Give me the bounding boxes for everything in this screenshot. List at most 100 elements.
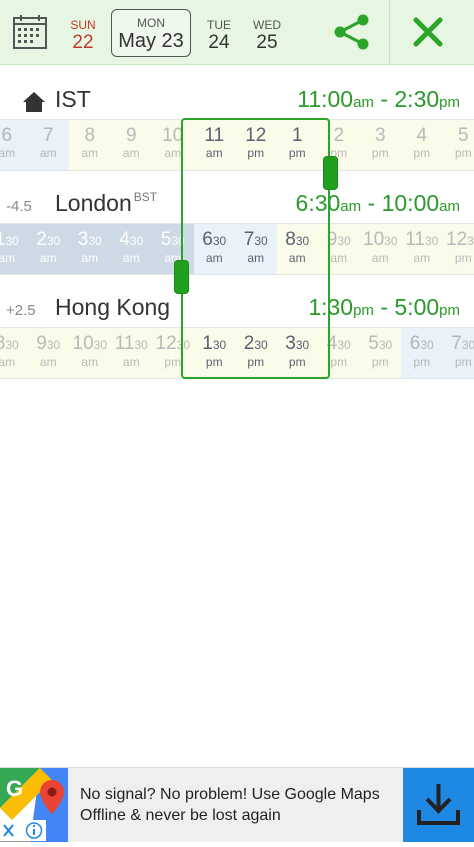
hour-cell[interactable]: 10am: [152, 120, 194, 170]
ad-banner[interactable]: G No signal? No problem! Use Google Maps…: [0, 767, 474, 842]
hour-meridiem: pm: [152, 356, 194, 369]
zone-name: IST: [55, 86, 91, 113]
hour-cell[interactable]: 1230pm: [152, 328, 194, 378]
day-tue[interactable]: TUE 24: [202, 18, 236, 54]
share-button[interactable]: [330, 12, 374, 52]
hour-number: 4: [416, 125, 427, 146]
hour-minutes: 30: [337, 234, 350, 248]
hour-number: 4: [119, 229, 130, 250]
hour-cell[interactable]: 430pm: [318, 328, 360, 378]
hour-number: 7: [451, 333, 462, 354]
hour-number: 10: [162, 125, 183, 146]
hour-meridiem: pm: [443, 252, 474, 265]
hour-meridiem: am: [28, 356, 70, 369]
ad-choices-badge[interactable]: [0, 820, 46, 841]
hour-cell[interactable]: 1130am: [401, 224, 443, 274]
hour-cell[interactable]: 930am: [318, 224, 360, 274]
hour-number: 9: [126, 125, 137, 146]
hour-value: 630: [401, 333, 443, 356]
hour-cell[interactable]: 1130am: [111, 328, 153, 378]
hour-cell[interactable]: 630am: [194, 224, 236, 274]
day-sun[interactable]: SUN 22: [64, 18, 102, 54]
hour-cell[interactable]: 130am: [0, 224, 28, 274]
day-wed[interactable]: WED 25: [248, 18, 286, 54]
hour-cell[interactable]: 9am: [111, 120, 153, 170]
hour-value: 330: [69, 229, 111, 252]
zone-header-hong-kong[interactable]: +2.5 Hong Kong 1:30pm - 5:00pm: [0, 294, 474, 328]
day-mon-selected[interactable]: MON May 23: [111, 9, 191, 57]
close-button[interactable]: [408, 12, 448, 52]
hour-value: 4: [401, 125, 443, 147]
hour-value: 10: [152, 125, 194, 147]
hour-value: 230: [28, 229, 70, 252]
hour-cell[interactable]: 230pm: [235, 328, 277, 378]
range-start: 6:30: [296, 190, 341, 216]
hour-cell[interactable]: 12pm: [235, 120, 277, 170]
range-start: 11:00: [297, 86, 353, 112]
hour-cell[interactable]: 8am: [69, 120, 111, 170]
range-end-suffix: pm: [439, 94, 460, 111]
range-separator: -: [361, 190, 381, 216]
hour-meridiem: am: [235, 252, 277, 265]
ad-download-button[interactable]: [403, 768, 474, 842]
hour-number: 5: [368, 333, 379, 354]
hour-value: 1130: [401, 229, 443, 252]
hour-cell[interactable]: 530pm: [360, 328, 402, 378]
hour-value: 530: [360, 333, 402, 356]
hour-cell[interactable]: 330pm: [277, 328, 319, 378]
hour-number: 9: [327, 229, 338, 250]
range-start-suffix: am: [340, 198, 361, 215]
hour-meridiem: pm: [360, 356, 402, 369]
hour-number: 6: [410, 333, 421, 354]
zone-offset: +2.5: [6, 302, 36, 319]
hour-cell[interactable]: 130pm: [194, 328, 236, 378]
selection-start-handle[interactable]: [175, 261, 188, 293]
hour-value: 7: [28, 125, 70, 147]
hour-cell[interactable]: 1pm: [277, 120, 319, 170]
hour-meridiem: pm: [194, 356, 236, 369]
hour-cell[interactable]: 7am: [28, 120, 70, 170]
selection-end-handle[interactable]: [324, 157, 337, 189]
hour-cell[interactable]: 330am: [69, 224, 111, 274]
hour-cell[interactable]: 730am: [235, 224, 277, 274]
hour-meridiem: am: [0, 252, 28, 265]
hour-strip-london[interactable]: 130am230am330am430am530am630am730am830am…: [0, 223, 474, 275]
ad-text[interactable]: No signal? No problem! Use Google Maps O…: [80, 784, 400, 826]
hour-cell[interactable]: 630pm: [401, 328, 443, 378]
hour-number: 10: [363, 229, 384, 250]
hour-minutes: 30: [467, 234, 474, 248]
hour-number: 8: [84, 125, 95, 146]
hour-value: 130: [0, 229, 28, 252]
share-icon: [330, 12, 374, 52]
hour-cell[interactable]: 430am: [111, 224, 153, 274]
hour-cell[interactable]: 5pm: [443, 120, 474, 170]
hour-cell[interactable]: 830am: [277, 224, 319, 274]
range-end-suffix: pm: [439, 302, 460, 319]
calendar-button[interactable]: [10, 12, 50, 52]
hour-cell[interactable]: 830am: [0, 328, 28, 378]
home-icon: [23, 92, 45, 112]
hour-cell[interactable]: 1030am: [69, 328, 111, 378]
hour-number: 3: [375, 125, 386, 146]
range-end: 2:30: [394, 86, 439, 112]
hour-cell[interactable]: 1230pm: [443, 224, 474, 274]
hour-minutes: 30: [171, 234, 184, 248]
hour-cell[interactable]: 230am: [28, 224, 70, 274]
hour-number: 12: [156, 333, 177, 354]
hour-cell[interactable]: 730pm: [443, 328, 474, 378]
zone-header-london[interactable]: -4.5 LondonBST 6:30am - 10:00am: [0, 190, 474, 224]
hour-value: 12: [235, 125, 277, 147]
hour-cell[interactable]: 11am: [194, 120, 236, 170]
hour-cell[interactable]: 6am: [0, 120, 28, 170]
range-start: 1:30: [308, 294, 353, 320]
hour-cell[interactable]: 1030am: [360, 224, 402, 274]
hour-strip-hong-kong[interactable]: 830am930am1030am1130am1230pm130pm230pm33…: [0, 327, 474, 379]
range-separator: -: [374, 86, 394, 112]
hour-strip-ist[interactable]: 6am7am8am9am10am11am12pm1pm2pm3pm4pm5pm: [0, 119, 474, 171]
hour-value: 430: [111, 229, 153, 252]
hour-cell[interactable]: 4pm: [401, 120, 443, 170]
hour-value: 6: [0, 125, 28, 147]
zone-header-ist[interactable]: IST 11:00am - 2:30pm: [0, 86, 474, 120]
hour-cell[interactable]: 930am: [28, 328, 70, 378]
hour-cell[interactable]: 3pm: [360, 120, 402, 170]
